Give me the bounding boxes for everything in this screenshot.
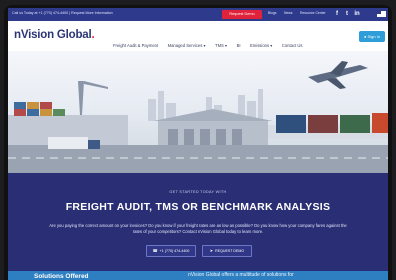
- banner-headline: FREIGHT AUDIT, TMS OR BENCHMARK ANALYSIS: [65, 201, 331, 213]
- banner-paragraph: Are you paying the correct amount on you…: [49, 223, 347, 234]
- nav-item-contact[interactable]: Contact Us: [282, 43, 303, 48]
- resource-center-link[interactable]: Resource Center: [300, 11, 326, 15]
- demo-button-label: REQUEST DEMO: [215, 249, 245, 253]
- main-navigation: nVision Global. Freight Audit & Payment …: [8, 21, 388, 52]
- blogs-link[interactable]: Blogs: [268, 11, 276, 15]
- nav-item-tms[interactable]: TMS ▾: [215, 43, 227, 48]
- logistics-collage-illustration: [8, 61, 388, 173]
- announcement-text[interactable]: Call us Today at +1 (770) 474-4400 | Req…: [12, 11, 113, 15]
- news-link[interactable]: News: [284, 11, 292, 15]
- hero-slider-dots: [184, 163, 211, 173]
- phone-icon: ☎: [152, 248, 158, 253]
- twitter-icon[interactable]: t: [343, 10, 351, 18]
- cta-banner: GET STARTED TODAY WITH FREIGHT AUDIT, TM…: [8, 173, 388, 271]
- linkedin-icon[interactable]: in: [353, 10, 361, 18]
- arrow-icon: ➤: [209, 248, 214, 253]
- hero-logistics-image: [8, 51, 388, 173]
- nav-item-emissions[interactable]: Emissions ▾: [250, 43, 272, 48]
- browser-viewport: Call us Today at +1 (770) 474-4400 | Req…: [8, 8, 388, 280]
- sign-in-button[interactable]: ● Sign In: [359, 31, 385, 42]
- monitor-frame: Call us Today at +1 (770) 474-4400 | Req…: [4, 5, 392, 280]
- request-demo-button[interactable]: Request Demo: [222, 10, 262, 19]
- call-phone-button[interactable]: ☎ +1 (770) 474-4400: [146, 245, 196, 257]
- nav-item-freight-audit[interactable]: Freight Audit & Payment: [113, 43, 158, 48]
- nav-item-bi[interactable]: BI: [237, 43, 241, 48]
- nav-menu: Freight Audit & Payment Managed Services…: [113, 34, 308, 52]
- solutions-section: Solutions Offered nVision Global offers …: [8, 271, 388, 280]
- sign-in-label: Sign In: [367, 34, 380, 39]
- airplane-icon: [308, 61, 368, 89]
- phone-button-label: +1 (770) 474-4400: [159, 249, 190, 253]
- language-flag-icon[interactable]: [377, 11, 386, 17]
- solutions-description: nVision Global offers a multitude of sol…: [188, 272, 294, 278]
- banner-kicker: GET STARTED TODAY WITH: [169, 190, 227, 194]
- top-utility-bar: Call us Today at +1 (770) 474-4400 | Req…: [8, 8, 388, 21]
- solutions-title: Solutions Offered: [34, 273, 89, 280]
- facebook-icon[interactable]: f: [333, 10, 341, 18]
- site-logo[interactable]: nVision Global.: [14, 29, 95, 41]
- nav-item-managed-services[interactable]: Managed Services ▾: [168, 43, 206, 48]
- logo-text: nVision Global: [14, 29, 92, 41]
- request-demo-cta-button[interactable]: ➤ REQUEST DEMO: [202, 245, 252, 257]
- logo-dot: .: [91, 29, 95, 41]
